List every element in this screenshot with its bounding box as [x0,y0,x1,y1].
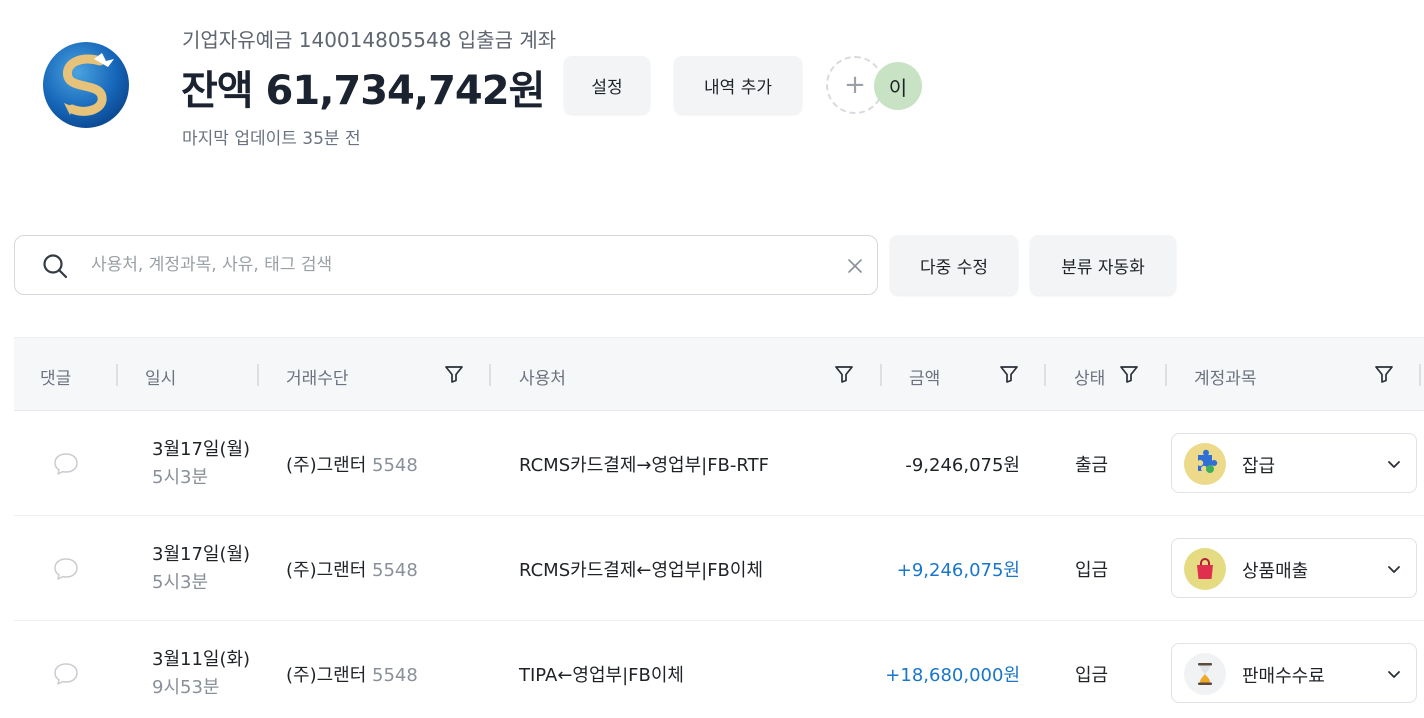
add-entry-button[interactable]: 내역 추가 [674,56,802,114]
column-header-comment: 댓글 [40,369,72,389]
plus-icon: + [844,70,866,100]
merchant-name: TIPA←영업부|FB이체 [519,665,684,686]
auto-classify-button[interactable]: 분류 자동화 [1030,235,1176,295]
payment-method-account: 5548 [372,560,418,581]
search-input[interactable] [91,246,811,284]
hourglass-icon [1184,653,1226,695]
bulk-edit-button[interactable]: 다중 수정 [890,235,1018,295]
category-select[interactable]: 판매수수료 [1171,643,1417,703]
column-divider[interactable] [1419,364,1421,386]
transaction-status: 출금 [1075,455,1109,476]
comment-icon[interactable] [52,661,80,687]
transaction-time: 9시53분 [152,677,220,698]
payment-method: (주)그랜터 5548 [286,661,418,687]
column-divider[interactable] [257,364,259,386]
puzzle-icon [1184,443,1226,485]
table-header: 댓글 일시 거래수단 사용처 금액 상태 계정과목 [14,337,1424,411]
avatar[interactable]: 이 [874,62,922,110]
payment-method: (주)그랜터 5548 [286,451,418,477]
column-header-method[interactable]: 거래수단 [286,364,349,389]
filter-icon[interactable] [1373,363,1395,385]
transaction-date: 3월17일(월) [152,544,251,565]
table-row[interactable]: 3월11일(화) 9시53분 (주)그랜터 5548 TIPA←영업부|FB이체… [14,621,1424,718]
category-label: 판매수수료 [1242,666,1325,687]
filter-icon[interactable] [443,363,465,385]
transaction-date: 3월17일(월) [152,439,251,460]
category-select[interactable]: 상품매출 [1171,538,1417,598]
column-header-datetime[interactable]: 일시 [145,364,176,389]
chevron-down-icon [1388,671,1400,678]
payment-method-account: 5548 [372,455,418,476]
last-updated: 마지막 업데이트 35분 전 [182,129,361,149]
transaction-status: 입금 [1075,560,1109,581]
filter-icon[interactable] [1118,363,1140,385]
category-select[interactable]: 잡급 [1171,433,1417,493]
transaction-amount: +18,680,000원 [885,665,1020,686]
chevron-down-icon [1388,461,1400,468]
payment-method: (주)그랜터 5548 [286,556,418,582]
category-label: 상품매출 [1242,561,1309,582]
settings-button[interactable]: 설정 [564,56,650,114]
column-divider[interactable] [489,364,491,386]
table-row[interactable]: 3월17일(월) 5시3분 (주)그랜터 5548 RCMS카드결제→영업부|F… [14,411,1424,516]
transaction-amount: -9,246,075원 [905,455,1020,476]
column-divider[interactable] [1165,364,1167,386]
payment-method-name: (주)그랜터 [286,455,367,476]
payment-method-account: 5548 [372,665,418,686]
chevron-down-icon [1388,566,1400,573]
column-divider[interactable] [880,364,882,386]
account-balance: 잔액 61,734,742원 [181,68,545,114]
transaction-time: 5시3분 [152,467,209,488]
payment-method-name: (주)그랜터 [286,665,367,686]
filter-icon[interactable] [998,363,1020,385]
column-divider[interactable] [116,364,118,386]
account-name: 기업자유예금 140014805548 입출금 계좌 [182,28,557,52]
table-row[interactable]: 3월17일(월) 5시3분 (주)그랜터 5548 RCMS카드결제←영업부|F… [14,516,1424,621]
column-header-status[interactable]: 상태 [1074,364,1105,389]
transaction-status: 입금 [1075,665,1109,686]
search-icon [43,254,68,279]
clear-icon[interactable] [844,255,866,277]
comment-icon[interactable] [52,451,80,477]
column-header-category[interactable]: 계정과목 [1194,364,1257,389]
column-header-amount[interactable]: 금액 [909,364,940,389]
comment-icon[interactable] [52,556,80,582]
transaction-date: 3월11일(화) [152,649,251,670]
shopping-bag-icon [1184,548,1226,590]
payment-method-name: (주)그랜터 [286,560,367,581]
category-label: 잡급 [1242,456,1276,477]
transaction-amount: +9,246,075원 [896,560,1020,581]
filter-icon[interactable] [833,363,855,385]
merchant-name: RCMS카드결제→영업부|FB-RTF [519,455,769,476]
search-box[interactable] [14,235,878,295]
column-divider[interactable] [1044,364,1046,386]
column-header-merchant[interactable]: 사용처 [519,364,566,389]
merchant-name: RCMS카드결제←영업부|FB이체 [519,560,764,581]
transaction-time: 5시3분 [152,572,209,593]
bank-logo-icon [43,42,129,128]
avatar-initial: 이 [888,75,908,100]
